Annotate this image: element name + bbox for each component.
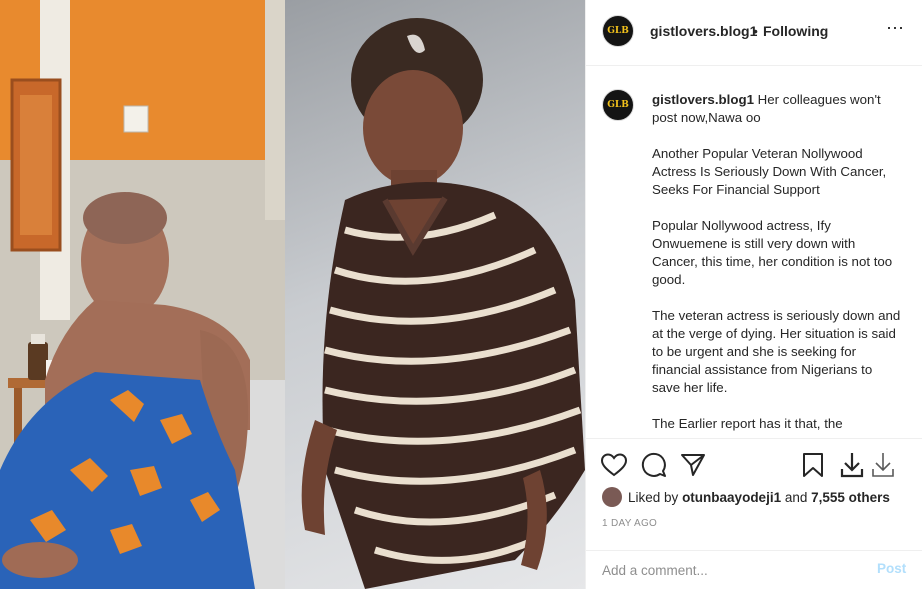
post-header: GLB gistlovers.blog1 • Following ⋯ [586, 0, 922, 66]
liker-username[interactable]: otunbaayodeji1 [682, 490, 781, 505]
likes-prefix: Liked by [628, 489, 679, 505]
following-button[interactable]: Following [763, 23, 828, 39]
post-image[interactable] [0, 0, 585, 589]
more-options-icon[interactable]: ⋯ [886, 18, 905, 39]
comment-icon[interactable] [641, 452, 667, 478]
share-icon[interactable] [680, 452, 706, 478]
likes-count[interactable]: 7,555 others [811, 490, 890, 505]
download-alt-icon[interactable] [870, 451, 896, 479]
patient-photo-illustration [0, 0, 285, 589]
caption-paragraph: The Earlier report has it that, the [652, 416, 843, 431]
portrait-photo-illustration [301, 18, 585, 589]
post-timestamp[interactable]: 1 DAY AGO [602, 518, 657, 529]
comment-bar: Post [586, 550, 922, 589]
likes-connector: and [784, 489, 808, 505]
separator-dot: • [753, 23, 758, 39]
author-avatar[interactable]: GLB [602, 15, 634, 47]
comment-input[interactable] [602, 560, 862, 580]
author-username[interactable]: gistlovers.blog1 [650, 23, 757, 39]
post-side-panel: GLB gistlovers.blog1 • Following ⋯ GLB g… [585, 0, 922, 589]
caption-paragraph: Popular Nollywood actress, Ify Onwuemene… [652, 218, 893, 287]
caption-text: gistlovers.blog1 Her colleagues won't po… [652, 91, 902, 438]
post-image-left-panel [0, 0, 285, 589]
heart-icon[interactable] [601, 453, 627, 477]
caption-author-avatar[interactable]: GLB [602, 89, 634, 121]
post-comment-button[interactable]: Post [877, 561, 906, 576]
caption-paragraph: Another Popular Veteran Nollywood Actres… [652, 146, 887, 197]
caption-paragraph: The veteran actress is seriously down an… [652, 308, 901, 395]
liker-avatar[interactable] [602, 487, 622, 507]
caption-section: GLB gistlovers.blog1 Her colleagues won'… [586, 67, 922, 438]
avatar-initials: GLB [607, 100, 629, 110]
download-icon[interactable] [839, 451, 865, 479]
post-image-right-panel [285, 0, 585, 589]
likes-summary: Liked by otunbaayodeji1 and 7,555 others [602, 487, 890, 507]
bookmark-icon[interactable] [802, 452, 824, 478]
post-actions: Liked by otunbaayodeji1 and 7,555 others… [586, 438, 922, 550]
caption-intro: gistlovers.blog1 Her colleagues won't po… [652, 91, 902, 127]
avatar-initials: GLB [607, 26, 629, 36]
caption-username[interactable]: gistlovers.blog1 [652, 92, 754, 107]
